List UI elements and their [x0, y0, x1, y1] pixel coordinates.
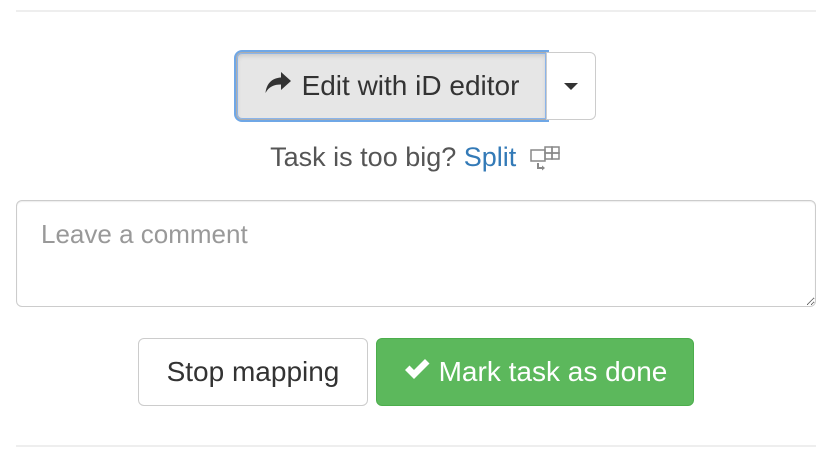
share-arrow-icon: [264, 70, 292, 103]
split-prompt-line: Task is too big? Split: [0, 142, 832, 173]
split-grid-icon: [530, 146, 562, 172]
mark-task-done-button[interactable]: Mark task as done: [376, 338, 694, 406]
split-prompt-text: Task is too big?: [270, 142, 457, 172]
bottom-divider: [16, 445, 816, 447]
split-link[interactable]: Split: [464, 142, 517, 172]
task-panel: Edit with iD editor Task is too big? Spl…: [0, 0, 832, 462]
edit-button-label: Edit with iD editor: [301, 70, 520, 101]
edit-with-editor-button[interactable]: Edit with iD editor: [236, 52, 547, 120]
caret-down-icon: [564, 82, 578, 90]
stop-mapping-label: Stop mapping: [166, 356, 340, 387]
editor-dropdown-toggle[interactable]: [546, 52, 596, 120]
comment-textarea[interactable]: [16, 200, 816, 307]
editor-button-group: Edit with iD editor: [236, 52, 596, 120]
top-divider: [16, 10, 816, 12]
checkmark-icon: [403, 356, 431, 388]
mark-done-label: Mark task as done: [438, 356, 668, 387]
stop-mapping-button[interactable]: Stop mapping: [138, 338, 368, 406]
